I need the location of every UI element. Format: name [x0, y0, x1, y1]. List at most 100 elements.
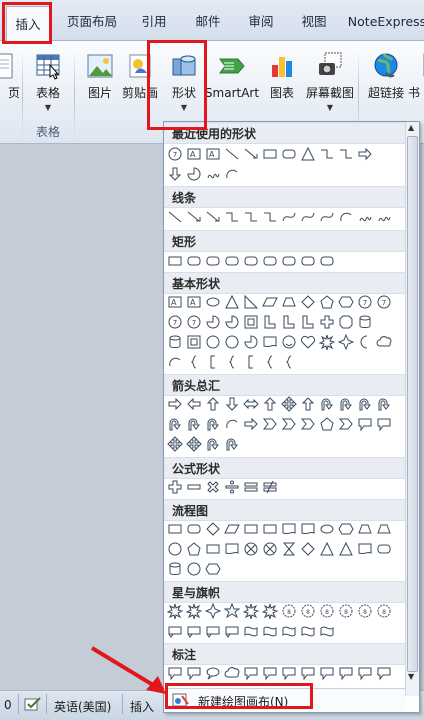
ovalcall-shape-icon[interactable] — [205, 665, 221, 681]
arc-shape-icon[interactable] — [224, 166, 240, 182]
div-shape-icon[interactable] — [224, 479, 240, 495]
cross-shape-icon[interactable] — [243, 541, 259, 557]
circle-shape-icon[interactable] — [224, 334, 240, 350]
frame-shape-icon[interactable] — [243, 314, 259, 330]
textbox-shape-icon[interactable]: A — [186, 294, 202, 310]
num-shape-icon[interactable]: 7 — [186, 314, 202, 330]
doc-shape-icon[interactable] — [300, 521, 316, 537]
scroll-up-icon[interactable]: ▲ — [408, 123, 414, 132]
cyl-shape-icon[interactable] — [167, 334, 183, 350]
scribble-shape-icon[interactable] — [205, 166, 221, 182]
cloud-shape-icon[interactable] — [376, 334, 392, 350]
brace-shape-icon[interactable] — [224, 354, 240, 370]
pie-shape-icon[interactable] — [224, 314, 240, 330]
rrect-shape-icon[interactable] — [205, 253, 221, 269]
elbow-shape-icon[interactable] — [224, 209, 240, 225]
star4-shape-icon[interactable] — [338, 334, 354, 350]
rrect-shape-icon[interactable] — [262, 253, 278, 269]
num-shape-icon[interactable]: 7 — [167, 146, 183, 162]
uarrow-shape-icon[interactable] — [300, 396, 316, 412]
hex-shape-icon[interactable] — [205, 561, 221, 577]
quad-shape-icon[interactable] — [186, 436, 202, 452]
tab-review[interactable]: 审阅 — [243, 10, 279, 34]
plus-shape-icon[interactable] — [167, 479, 183, 495]
doc-shape-icon[interactable] — [281, 521, 297, 537]
arc-shape-icon[interactable] — [224, 416, 240, 432]
diam-shape-icon[interactable] — [205, 521, 221, 537]
star5-shape-icon[interactable] — [224, 603, 240, 619]
wave-shape-icon[interactable] — [319, 623, 335, 639]
uarrow-shape-icon[interactable] — [262, 396, 278, 412]
lshape-shape-icon[interactable] — [262, 314, 278, 330]
rarrow-shape-icon[interactable] — [243, 416, 259, 432]
circle-shape-icon[interactable] — [167, 541, 183, 557]
banner-shape-icon[interactable] — [205, 623, 221, 639]
moon-shape-icon[interactable] — [357, 334, 373, 350]
curve-shape-icon[interactable] — [319, 209, 335, 225]
equal-shape-icon[interactable] — [243, 479, 259, 495]
banner-shape-icon[interactable] — [186, 623, 202, 639]
rect-shape-icon[interactable] — [262, 521, 278, 537]
pie-shape-icon[interactable] — [186, 166, 202, 182]
insert-mode-indicator[interactable]: 插入 — [130, 698, 154, 715]
seal-shape-icon[interactable]: 8 — [281, 603, 297, 619]
banner-shape-icon[interactable] — [167, 623, 183, 639]
darrow-shape-icon[interactable] — [167, 166, 183, 182]
scribble-shape-icon[interactable] — [376, 209, 392, 225]
tab-references[interactable]: 引用 — [136, 10, 172, 34]
seal-shape-icon[interactable]: 8 — [338, 603, 354, 619]
burst-shape-icon[interactable] — [319, 334, 335, 350]
rarrow-shape-icon[interactable] — [167, 396, 183, 412]
curve-shape-icon[interactable] — [281, 209, 297, 225]
wave-shape-icon[interactable] — [262, 623, 278, 639]
callout-shape-icon[interactable] — [281, 665, 297, 681]
wave-shape-icon[interactable] — [300, 623, 316, 639]
brace-shape-icon[interactable] — [186, 354, 202, 370]
rtri-shape-icon[interactable] — [243, 294, 259, 310]
rrect-shape-icon[interactable] — [376, 541, 392, 557]
trap-shape-icon[interactable] — [281, 294, 297, 310]
line-shape-icon[interactable] — [167, 209, 183, 225]
tab-noteexpress[interactable]: NoteExpress — [347, 10, 424, 34]
callout-shape-icon[interactable] — [357, 665, 373, 681]
bookmark-button[interactable]: 书 — [408, 47, 424, 119]
tab-page-layout[interactable]: 页面布局 — [64, 10, 120, 34]
burst-shape-icon[interactable] — [186, 603, 202, 619]
elbow-shape-icon[interactable] — [243, 209, 259, 225]
callout-shape-icon[interactable] — [357, 416, 373, 432]
uturn-shape-icon[interactable] — [167, 416, 183, 432]
oval-shape-icon[interactable] — [319, 521, 335, 537]
chevron-shape-icon[interactable] — [281, 416, 297, 432]
rect-shape-icon[interactable] — [262, 146, 278, 162]
pie-shape-icon[interactable] — [243, 334, 259, 350]
pie-shape-icon[interactable] — [205, 314, 221, 330]
uturn-shape-icon[interactable] — [224, 436, 240, 452]
cloud-shape-icon[interactable] — [224, 665, 240, 681]
chevron-shape-icon[interactable] — [262, 416, 278, 432]
circle-shape-icon[interactable] — [205, 334, 221, 350]
seal-shape-icon[interactable]: 8 — [300, 603, 316, 619]
tab-view[interactable]: 视图 — [296, 10, 332, 34]
textbox-shape-icon[interactable]: A — [167, 294, 183, 310]
minus-shape-icon[interactable] — [186, 479, 202, 495]
arrowline-shape-icon[interactable] — [186, 209, 202, 225]
callout-shape-icon[interactable] — [376, 665, 392, 681]
scroll-down-icon[interactable]: ▼ — [408, 672, 414, 681]
smartart-button[interactable]: SmartArt — [205, 47, 259, 119]
textbox-shape-icon[interactable]: A — [205, 146, 221, 162]
seal-shape-icon[interactable]: 8 — [319, 603, 335, 619]
elbow-shape-icon[interactable] — [262, 209, 278, 225]
tab-mailings[interactable]: 邮件 — [190, 10, 226, 34]
callout-shape-icon[interactable] — [338, 665, 354, 681]
rect-shape-icon[interactable] — [167, 253, 183, 269]
uturn-shape-icon[interactable] — [186, 416, 202, 432]
brace-shape-icon[interactable] — [281, 354, 297, 370]
seal-shape-icon[interactable]: 8 — [376, 603, 392, 619]
times-shape-icon[interactable] — [205, 479, 221, 495]
burst-shape-icon[interactable] — [262, 603, 278, 619]
cross-shape-icon[interactable] — [262, 541, 278, 557]
callout-shape-icon[interactable] — [300, 665, 316, 681]
oct-shape-icon[interactable] — [338, 314, 354, 330]
scribble-shape-icon[interactable] — [357, 209, 373, 225]
scrollbar-thumb[interactable] — [407, 136, 418, 672]
